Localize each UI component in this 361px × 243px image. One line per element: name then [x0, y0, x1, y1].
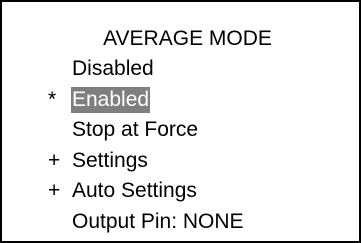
menu-item-stop-at-force[interactable]: Stop at Force — [2, 117, 359, 148]
menu-item-output-pin[interactable]: Output Pin: NONE — [2, 209, 359, 240]
active-option-marker: * — [48, 87, 57, 111]
menu-item-auto-settings[interactable]: + Auto Settings — [2, 178, 359, 209]
menu-item-label: Disabled — [72, 57, 154, 80]
menu-item-label: Auto Settings — [72, 179, 197, 202]
menu-item-label: Settings — [72, 148, 148, 172]
menu-item-label-selected: Enabled — [71, 86, 151, 113]
menu-item-label: Output Pin: NONE — [72, 209, 244, 233]
menu-item-label: Stop at Force — [72, 118, 199, 141]
menu-list: Disabled * Enabled Stop at Force + Setti… — [2, 56, 359, 239]
menu-title: AVERAGE MODE — [103, 27, 272, 50]
menu-item-settings[interactable]: + Settings — [2, 148, 359, 179]
submenu-marker: + — [48, 179, 61, 202]
device-display: AVERAGE MODE Disabled * Enabled Stop at … — [0, 0, 361, 243]
submenu-marker: + — [48, 148, 61, 172]
menu-item-disabled[interactable]: Disabled — [2, 56, 359, 87]
menu-item-enabled[interactable]: * Enabled — [2, 86, 359, 118]
